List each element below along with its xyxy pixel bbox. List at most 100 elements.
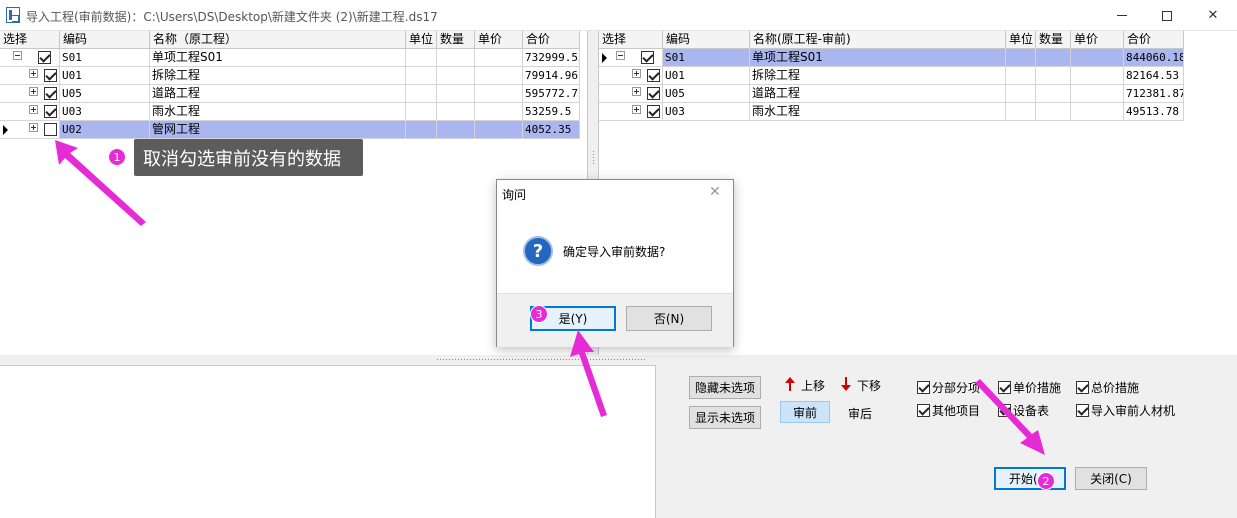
unit-cell[interactable] xyxy=(1006,85,1036,103)
row-checkbox[interactable] xyxy=(647,87,660,100)
name-cell[interactable]: 拆除工程 xyxy=(750,67,1006,85)
after-review-toggle[interactable]: 审后 xyxy=(848,405,872,422)
row-checkbox[interactable] xyxy=(647,69,660,82)
code-cell[interactable]: U03 xyxy=(60,103,150,121)
before-review-toggle[interactable]: 审前 xyxy=(780,401,830,423)
total-cell[interactable]: 712381.87 xyxy=(1124,85,1184,103)
quantity-cell[interactable] xyxy=(437,103,475,121)
move-up-icon[interactable] xyxy=(785,377,795,391)
total-cell[interactable]: 732999.53 xyxy=(523,49,580,67)
table-row[interactable]: U05 道路工程 595772.72 xyxy=(0,85,580,103)
option-equipment-list[interactable]: 设备表 xyxy=(998,402,1049,419)
code-cell[interactable]: U05 xyxy=(60,85,150,103)
row-checkbox[interactable] xyxy=(647,105,660,118)
expand-icon[interactable] xyxy=(29,87,38,96)
unit-cell[interactable] xyxy=(406,67,437,85)
total-cell[interactable]: 53259.5 xyxy=(523,103,580,121)
header-unit[interactable]: 单位 xyxy=(406,31,437,49)
expand-icon[interactable] xyxy=(29,105,38,114)
table-row[interactable]: U03 雨水工程 53259.5 xyxy=(0,103,580,121)
unit-price-cell[interactable] xyxy=(475,103,523,121)
table-row[interactable]: U03 雨水工程 49513.78 xyxy=(599,103,1184,121)
unit-cell[interactable] xyxy=(406,103,437,121)
header-code[interactable]: 编码 xyxy=(60,31,150,49)
select-cell[interactable] xyxy=(599,67,663,85)
name-cell[interactable]: 管网工程 xyxy=(150,121,406,139)
unit-price-cell[interactable] xyxy=(1071,67,1124,85)
total-cell[interactable]: 82164.53 xyxy=(1124,67,1184,85)
start-button[interactable]: 开始( xyxy=(994,467,1066,490)
header-select[interactable]: 选择 xyxy=(0,31,60,49)
header-unit[interactable]: 单位 xyxy=(1006,31,1036,49)
minimize-button[interactable] xyxy=(1099,0,1145,31)
header-quantity[interactable]: 数量 xyxy=(437,31,475,49)
expand-icon[interactable] xyxy=(632,69,641,78)
quantity-cell[interactable] xyxy=(437,67,475,85)
collapse-icon[interactable] xyxy=(616,51,625,60)
code-cell[interactable]: U02 xyxy=(60,121,150,139)
code-cell[interactable]: U05 xyxy=(663,85,750,103)
expand-icon[interactable] xyxy=(29,69,38,78)
code-cell[interactable]: S01 xyxy=(663,49,750,67)
collapse-icon[interactable] xyxy=(13,51,22,60)
row-checkbox[interactable] xyxy=(44,123,57,136)
name-cell[interactable]: 单项工程S01 xyxy=(150,49,406,67)
total-cell[interactable]: 595772.72 xyxy=(523,85,580,103)
name-cell[interactable]: 雨水工程 xyxy=(150,103,406,121)
header-name[interactable]: 名称（原工程） xyxy=(150,31,406,49)
total-cell[interactable]: 844060.18 xyxy=(1124,49,1184,67)
table-row[interactable]: U01 拆除工程 79914.96 xyxy=(0,67,580,85)
option-import-materials[interactable]: 导入审前人材机 xyxy=(1076,402,1175,419)
close-window-button[interactable]: ✕ xyxy=(1190,0,1236,31)
name-cell[interactable]: 道路工程 xyxy=(150,85,406,103)
code-cell[interactable]: U01 xyxy=(663,67,750,85)
total-cell[interactable]: 4052.35 xyxy=(523,121,580,139)
option-total-price-measure[interactable]: 总价措施 xyxy=(1076,379,1139,396)
select-cell[interactable] xyxy=(0,85,60,103)
maximize-button[interactable] xyxy=(1144,0,1190,31)
move-up-label[interactable]: 上移 xyxy=(801,377,825,394)
header-code[interactable]: 编码 xyxy=(663,31,750,49)
name-cell[interactable]: 单项工程S01 xyxy=(750,49,1006,67)
quantity-cell[interactable] xyxy=(1036,103,1071,121)
unit-cell[interactable] xyxy=(406,49,437,67)
row-checkbox[interactable] xyxy=(44,69,57,82)
header-total[interactable]: 合价 xyxy=(523,31,580,49)
select-cell[interactable] xyxy=(599,49,663,67)
name-cell[interactable]: 道路工程 xyxy=(750,85,1006,103)
unit-price-cell[interactable] xyxy=(475,49,523,67)
name-cell[interactable]: 拆除工程 xyxy=(150,67,406,85)
show-unselected-button[interactable]: 显示未选项 xyxy=(689,406,761,429)
expand-icon[interactable] xyxy=(632,87,641,96)
unit-cell[interactable] xyxy=(406,85,437,103)
expand-icon[interactable] xyxy=(29,123,38,132)
unit-cell[interactable] xyxy=(1006,103,1036,121)
quantity-cell[interactable] xyxy=(1036,49,1071,67)
quantity-cell[interactable] xyxy=(437,121,475,139)
move-down-label[interactable]: 下移 xyxy=(857,377,881,394)
select-cell[interactable] xyxy=(0,67,60,85)
close-button[interactable]: 关闭(C) xyxy=(1075,467,1147,490)
header-quantity[interactable]: 数量 xyxy=(1036,31,1071,49)
header-select[interactable]: 选择 xyxy=(599,31,663,49)
dialog-close-icon[interactable]: ✕ xyxy=(709,184,721,200)
unit-price-cell[interactable] xyxy=(1071,49,1124,67)
dialog-no-button[interactable]: 否(N) xyxy=(626,306,712,331)
row-checkbox[interactable] xyxy=(641,51,654,64)
select-cell[interactable] xyxy=(0,121,60,139)
unit-price-cell[interactable] xyxy=(1071,85,1124,103)
table-row[interactable]: U05 道路工程 712381.87 xyxy=(599,85,1184,103)
table-row[interactable]: S01 单项工程S01 732999.53 xyxy=(0,49,580,67)
row-checkbox[interactable] xyxy=(44,87,57,100)
header-unit-price[interactable]: 单价 xyxy=(475,31,523,49)
table-row[interactable]: U02 管网工程 4052.35 xyxy=(0,121,580,139)
header-name[interactable]: 名称(原工程-审前) xyxy=(750,31,1006,49)
unit-price-cell[interactable] xyxy=(475,85,523,103)
expand-icon[interactable] xyxy=(632,105,641,114)
option-subdivision[interactable]: 分部分项 xyxy=(917,379,980,396)
unit-price-cell[interactable] xyxy=(475,121,523,139)
quantity-cell[interactable] xyxy=(1036,85,1071,103)
select-cell[interactable] xyxy=(0,49,60,67)
table-row[interactable]: S01 单项工程S01 844060.18 xyxy=(599,49,1184,67)
select-cell[interactable] xyxy=(0,103,60,121)
